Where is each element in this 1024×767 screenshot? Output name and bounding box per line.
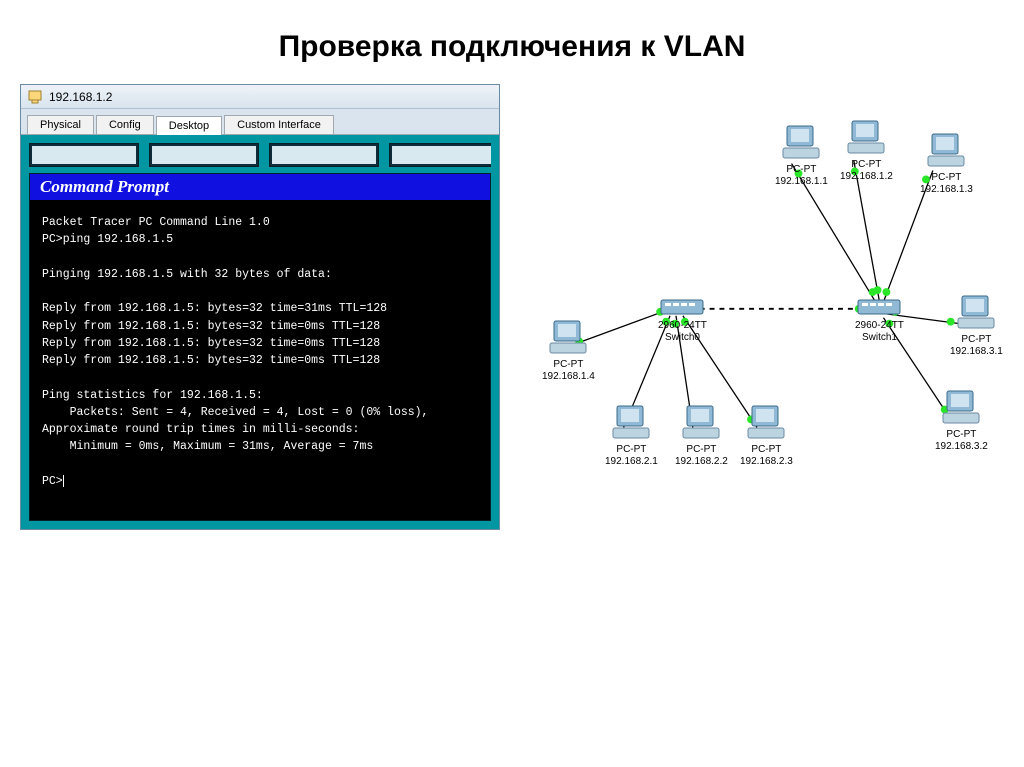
- network-topology: PC-PT 192.168.1.1 PC-PT 192.168.1.2 PC-P…: [510, 84, 1004, 504]
- device-label: 2960-24TT: [658, 320, 707, 332]
- app-row: [29, 143, 491, 167]
- text-cursor: [63, 475, 64, 487]
- device-label: PC-PT: [775, 164, 828, 176]
- slide-title: Проверка подключения к VLAN: [0, 0, 1024, 84]
- device-label: PC-PT: [605, 444, 658, 456]
- device-switch[interactable]: 2960-24TT Switch1: [855, 296, 904, 344]
- device-switch[interactable]: 2960-24TT Switch0: [658, 296, 707, 344]
- tab-desktop[interactable]: Desktop: [156, 116, 222, 135]
- device-pc[interactable]: PC-PT 192.168.1.4: [542, 319, 595, 383]
- command-prompt-window: Command Prompt Packet Tracer PC Command …: [29, 173, 491, 521]
- tab-physical[interactable]: Physical: [27, 115, 94, 134]
- device-name: Switch0: [658, 332, 707, 344]
- device-ip: 192.168.3.1: [950, 346, 1003, 358]
- command-prompt-body[interactable]: Packet Tracer PC Command Line 1.0 PC>pin…: [30, 200, 490, 520]
- device-ip: 192.168.2.3: [740, 456, 793, 468]
- device-label: PC-PT: [740, 444, 793, 456]
- app-tile[interactable]: [149, 143, 259, 167]
- device-pc[interactable]: PC-PT 192.168.1.1: [775, 124, 828, 188]
- tab-config[interactable]: Config: [96, 115, 154, 134]
- app-tile[interactable]: [29, 143, 139, 167]
- device-pc[interactable]: PC-PT 192.168.3.1: [950, 294, 1003, 358]
- device-pc[interactable]: PC-PT 192.168.2.3: [740, 404, 793, 468]
- device-ip: 192.168.3.2: [935, 441, 988, 453]
- device-label: PC-PT: [950, 334, 1003, 346]
- device-label: PC-PT: [840, 159, 893, 171]
- pc-icon: [27, 89, 43, 105]
- device-ip: 192.168.1.4: [542, 371, 595, 383]
- app-tile[interactable]: [269, 143, 379, 167]
- device-name: Switch1: [855, 332, 904, 344]
- pc-window: 192.168.1.2 Physical Config Desktop Cust…: [20, 84, 500, 530]
- device-pc[interactable]: PC-PT 192.168.1.3: [920, 132, 973, 196]
- window-title: 192.168.1.2: [49, 90, 112, 104]
- device-pc[interactable]: PC-PT 192.168.2.2: [675, 404, 728, 468]
- device-ip: 192.168.2.1: [605, 456, 658, 468]
- device-label: PC-PT: [935, 429, 988, 441]
- device-label: PC-PT: [920, 172, 973, 184]
- device-pc[interactable]: PC-PT 192.168.2.1: [605, 404, 658, 468]
- device-label: PC-PT: [675, 444, 728, 456]
- command-prompt-title: Command Prompt: [30, 174, 490, 200]
- tab-bar: Physical Config Desktop Custom Interface: [21, 109, 499, 134]
- window-titlebar[interactable]: 192.168.1.2: [21, 85, 499, 109]
- app-tile[interactable]: [389, 143, 491, 167]
- desktop-panel: Command Prompt Packet Tracer PC Command …: [21, 134, 499, 529]
- device-label: PC-PT: [542, 359, 595, 371]
- device-pc[interactable]: PC-PT 192.168.3.2: [935, 389, 988, 453]
- device-ip: 192.168.1.1: [775, 176, 828, 188]
- device-pc[interactable]: PC-PT 192.168.1.2: [840, 119, 893, 183]
- tab-custom[interactable]: Custom Interface: [224, 115, 334, 134]
- device-ip: 192.168.2.2: [675, 456, 728, 468]
- device-ip: 192.168.1.2: [840, 171, 893, 183]
- device-label: 2960-24TT: [855, 320, 904, 332]
- device-ip: 192.168.1.3: [920, 184, 973, 196]
